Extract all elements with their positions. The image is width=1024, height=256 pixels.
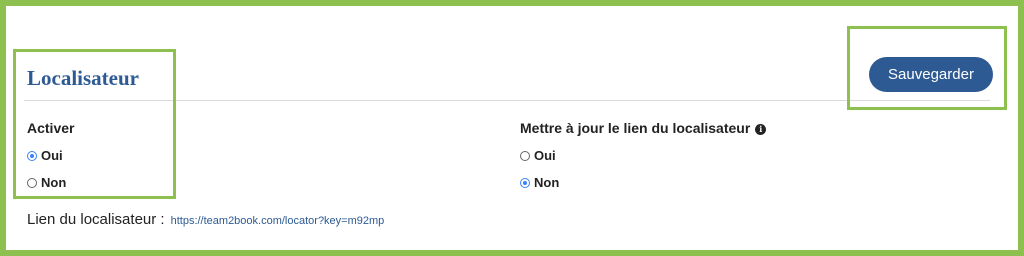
info-icon[interactable]: i bbox=[755, 124, 767, 135]
update-link-non-radio[interactable] bbox=[520, 177, 530, 188]
activer-oui-label: Oui bbox=[41, 148, 63, 163]
update-link-label-group: Mettre à jour le lien du localisateur i bbox=[520, 120, 767, 136]
save-button[interactable]: Sauvegarder bbox=[869, 57, 993, 92]
locator-link-label: Lien du localisateur : bbox=[27, 211, 165, 228]
locator-link-row: Lien du localisateur : https://team2book… bbox=[27, 211, 397, 228]
section-title: Localisateur bbox=[27, 66, 139, 90]
section-divider bbox=[24, 100, 990, 101]
locator-link-url[interactable]: https://team2book.com/locator?key=m92mp bbox=[171, 215, 397, 227]
activer-non-option[interactable]: Non bbox=[27, 175, 66, 190]
activer-label: Activer bbox=[27, 120, 75, 136]
update-link-non-label: Non bbox=[534, 175, 560, 190]
activer-oui-radio[interactable] bbox=[27, 150, 37, 161]
activer-oui-option[interactable]: Oui bbox=[27, 148, 63, 163]
update-link-non-option[interactable]: Non bbox=[520, 175, 559, 190]
update-link-oui-label: Oui bbox=[534, 148, 556, 163]
update-link-oui-radio[interactable] bbox=[520, 150, 530, 161]
update-link-oui-option[interactable]: Oui bbox=[520, 148, 556, 163]
activer-non-radio[interactable] bbox=[27, 177, 37, 188]
update-link-label: Mettre à jour le lien du localisateur bbox=[520, 120, 751, 136]
activer-non-label: Non bbox=[41, 175, 67, 190]
